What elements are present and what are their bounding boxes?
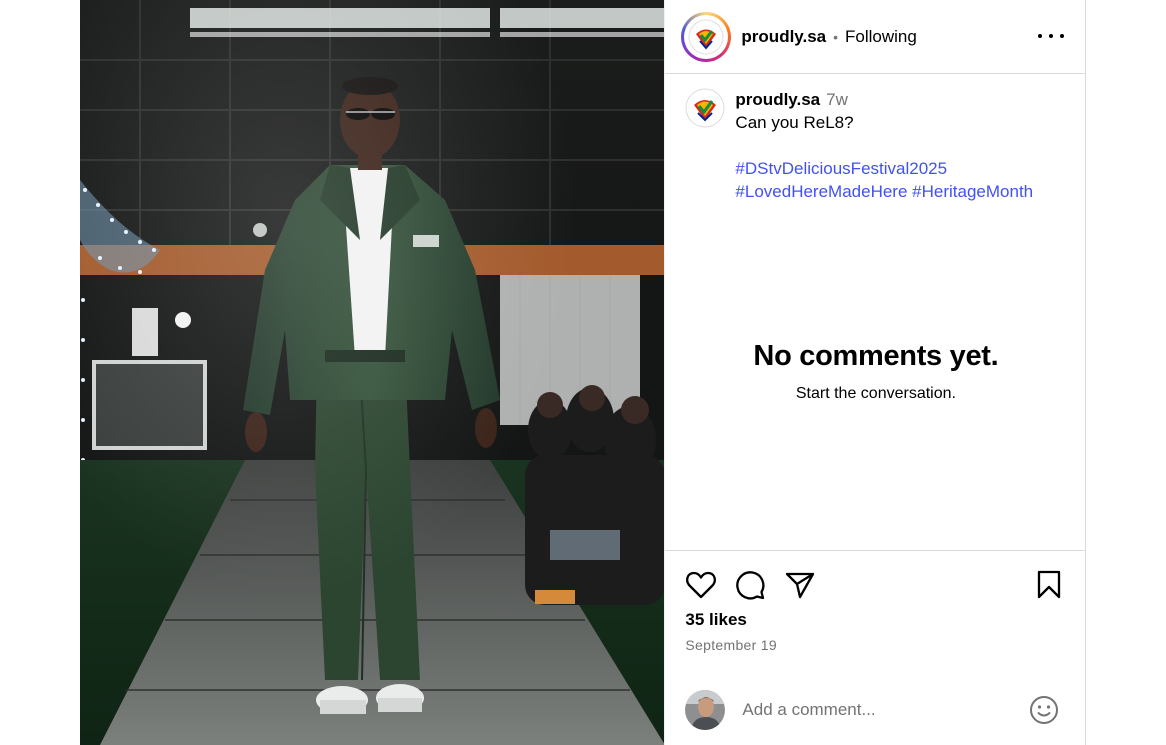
post-date[interactable]: September 19 bbox=[685, 637, 777, 653]
proudly-sa-logo-icon bbox=[688, 19, 724, 54]
hashtag-link[interactable]: #DStvDeliciousFestival2025 bbox=[735, 159, 947, 178]
empty-comments: No comments yet. Start the conversation. bbox=[665, 340, 1086, 403]
runway-photo bbox=[80, 0, 665, 745]
comment-icon[interactable] bbox=[734, 569, 766, 601]
caption-time[interactable]: 7w bbox=[826, 90, 848, 109]
post-header: proudly.sa • Following bbox=[665, 0, 1087, 74]
proudly-sa-logo-icon bbox=[685, 88, 725, 128]
caption-hashtags: #DStvDeliciousFestival2025 #LovedHereMad… bbox=[735, 157, 1033, 203]
caption-username[interactable]: proudly.sa bbox=[735, 90, 820, 109]
caption-text: Can you ReL8? bbox=[735, 113, 854, 132]
likes-count[interactable]: 35 likes bbox=[685, 610, 746, 630]
bookmark-icon[interactable] bbox=[1033, 569, 1065, 601]
actions-section: 35 likes September 19 bbox=[665, 550, 1087, 745]
comment-input[interactable] bbox=[742, 700, 1013, 720]
post-image[interactable] bbox=[80, 0, 665, 745]
empty-comments-subtitle: Start the conversation. bbox=[795, 385, 956, 402]
hashtag-link[interactable]: #HeritageMonth bbox=[912, 182, 1033, 201]
emoji-icon[interactable] bbox=[1029, 695, 1059, 725]
add-comment-row bbox=[685, 688, 1075, 732]
post-modal: proudly.sa • Following proudly.sa 7w Can… bbox=[80, 0, 1087, 745]
caption-avatar[interactable] bbox=[685, 88, 725, 128]
empty-comments-title: No comments yet. bbox=[753, 340, 999, 372]
hashtag-link[interactable]: #LovedHereMadeHere bbox=[735, 182, 907, 201]
profile-avatar[interactable] bbox=[681, 11, 732, 62]
action-icons bbox=[685, 569, 1065, 601]
current-user-avatar[interactable] bbox=[685, 690, 726, 730]
following-button[interactable]: Following bbox=[845, 27, 917, 47]
separator-dot: • bbox=[833, 28, 839, 45]
heart-icon[interactable] bbox=[685, 569, 717, 601]
post-side-panel: proudly.sa • Following proudly.sa 7w Can… bbox=[664, 0, 1087, 745]
more-options-icon[interactable] bbox=[1038, 24, 1065, 48]
share-icon[interactable] bbox=[784, 569, 816, 601]
caption: proudly.sa 7w Can you ReL8? #DStvDeliciou… bbox=[685, 88, 1075, 203]
header-username[interactable]: proudly.sa bbox=[741, 27, 826, 47]
